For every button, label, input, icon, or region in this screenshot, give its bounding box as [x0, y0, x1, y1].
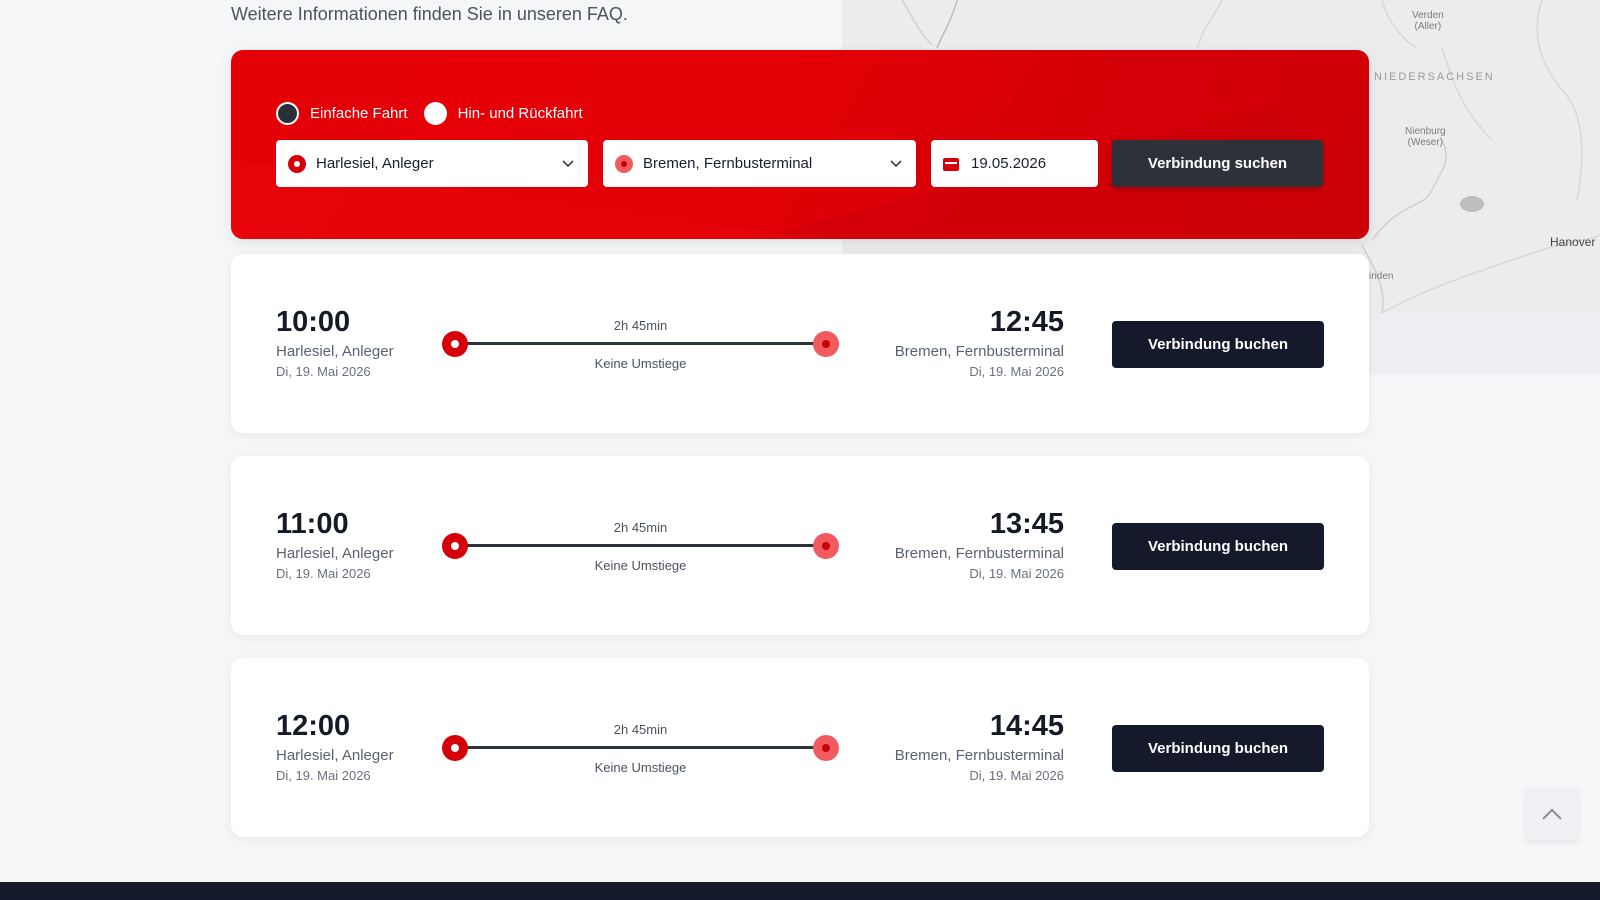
- route-line: [454, 746, 827, 749]
- arrival-date: Di, 19. Mai 2026: [969, 566, 1064, 581]
- arrival-place: Bremen, Fernbusterminal: [894, 545, 1064, 562]
- trip-type-selector: Einfache Fahrt Hin- und Rückfahrt: [276, 102, 599, 125]
- departure-place: Harlesiel, Anleger: [276, 747, 394, 764]
- departure-place: Harlesiel, Anleger: [276, 343, 394, 360]
- footer: [0, 882, 1600, 900]
- destination-stop-icon: [813, 735, 839, 761]
- radio-one-way[interactable]: Einfache Fahrt: [276, 102, 408, 125]
- map-label-verden: Verden (Aller): [1412, 10, 1444, 32]
- departure-time: 10:00: [276, 306, 351, 338]
- date-picker[interactable]: 19.05.2026: [931, 140, 1098, 187]
- destination-stop-icon: [813, 331, 839, 357]
- arrival-time: 13:45: [989, 508, 1064, 540]
- trip-duration: 2h 45min: [613, 722, 668, 737]
- transfers-info: Keine Umstiege: [594, 356, 687, 371]
- map-backdrop: [1369, 313, 1600, 375]
- arrival-place: Bremen, Fernbusterminal: [894, 343, 1064, 360]
- book-connection-button[interactable]: Verbindung buchen: [1112, 523, 1324, 570]
- origin-value: Harlesiel, Anleger: [316, 155, 434, 172]
- radio-round-trip[interactable]: Hin- und Rückfahrt: [423, 102, 583, 125]
- route-timeline: 2h 45min Keine Umstiege: [442, 520, 839, 573]
- connection-card: 10:00 Harlesiel, Anleger Di, 19. Mai 202…: [231, 254, 1369, 433]
- connection-card: 12:00 Harlesiel, Anleger Di, 19. Mai 202…: [231, 658, 1369, 837]
- route-timeline: 2h 45min Keine Umstiege: [442, 722, 839, 775]
- destination-select[interactable]: Bremen, Fernbusterminal: [603, 140, 916, 187]
- book-connection-button[interactable]: Verbindung buchen: [1112, 321, 1324, 368]
- departure-place: Harlesiel, Anleger: [276, 545, 394, 562]
- route-line: [454, 544, 827, 547]
- chevron-down-icon[interactable]: [890, 157, 902, 169]
- chevron-up-icon: [1542, 808, 1562, 820]
- transfers-info: Keine Umstiege: [594, 760, 687, 775]
- faq-info-text: Weitere Informationen finden Sie in unse…: [231, 4, 628, 24]
- search-connection-button[interactable]: Verbindung suchen: [1112, 140, 1323, 187]
- arrival-place: Bremen, Fernbusterminal: [894, 747, 1064, 764]
- map-label-hannover: Hanover: [1550, 235, 1596, 249]
- radio-one-way-indicator[interactable]: [276, 102, 299, 125]
- origin-select[interactable]: Harlesiel, Anleger: [276, 140, 588, 187]
- calendar-icon: [943, 156, 959, 171]
- arrival-time: 12:45: [989, 306, 1064, 338]
- map-label-minden: inden: [1369, 271, 1394, 282]
- departure-date: Di, 19. Mai 2026: [276, 566, 371, 581]
- route-line: [454, 342, 827, 345]
- page: Verden (Aller) NIEDERSACHSEN Nienburg (W…: [0, 0, 1600, 900]
- search-panel: Einfache Fahrt Hin- und Rückfahrt Harles…: [231, 50, 1369, 239]
- destination-stop-icon: [813, 533, 839, 559]
- date-value: 19.05.2026: [971, 155, 1047, 172]
- book-connection-button[interactable]: Verbindung buchen: [1112, 725, 1324, 772]
- departure-time: 11:00: [276, 508, 349, 540]
- origin-stop-icon: [442, 331, 468, 357]
- route-timeline: 2h 45min Keine Umstiege: [442, 318, 839, 371]
- radio-round-trip-indicator[interactable]: [423, 102, 447, 125]
- radio-one-way-label: Einfache Fahrt: [310, 105, 408, 122]
- trip-duration: 2h 45min: [613, 318, 668, 333]
- origin-stop-icon: [442, 735, 468, 761]
- departure-date: Di, 19. Mai 2026: [276, 768, 371, 783]
- transfers-info: Keine Umstiege: [594, 558, 687, 573]
- arrival-time: 14:45: [989, 710, 1064, 742]
- departure-date: Di, 19. Mai 2026: [276, 364, 371, 379]
- origin-stop-icon: [442, 533, 468, 559]
- departure-time: 12:00: [276, 710, 351, 742]
- chevron-down-icon[interactable]: [562, 157, 574, 169]
- origin-pin-icon: [288, 154, 306, 173]
- scroll-to-top-button[interactable]: [1526, 788, 1578, 840]
- arrival-date: Di, 19. Mai 2026: [969, 364, 1064, 379]
- destination-pin-icon: [615, 154, 633, 173]
- connection-card: 11:00 Harlesiel, Anleger Di, 19. Mai 202…: [231, 456, 1369, 635]
- map-label-niedersachsen: NIEDERSACHSEN: [1374, 71, 1495, 83]
- arrival-date: Di, 19. Mai 2026: [969, 768, 1064, 783]
- trip-duration: 2h 45min: [613, 520, 668, 535]
- radio-round-trip-label: Hin- und Rückfahrt: [457, 105, 583, 122]
- destination-value: Bremen, Fernbusterminal: [643, 155, 813, 172]
- map-label-nienburg: Nienburg (Weser): [1405, 126, 1446, 148]
